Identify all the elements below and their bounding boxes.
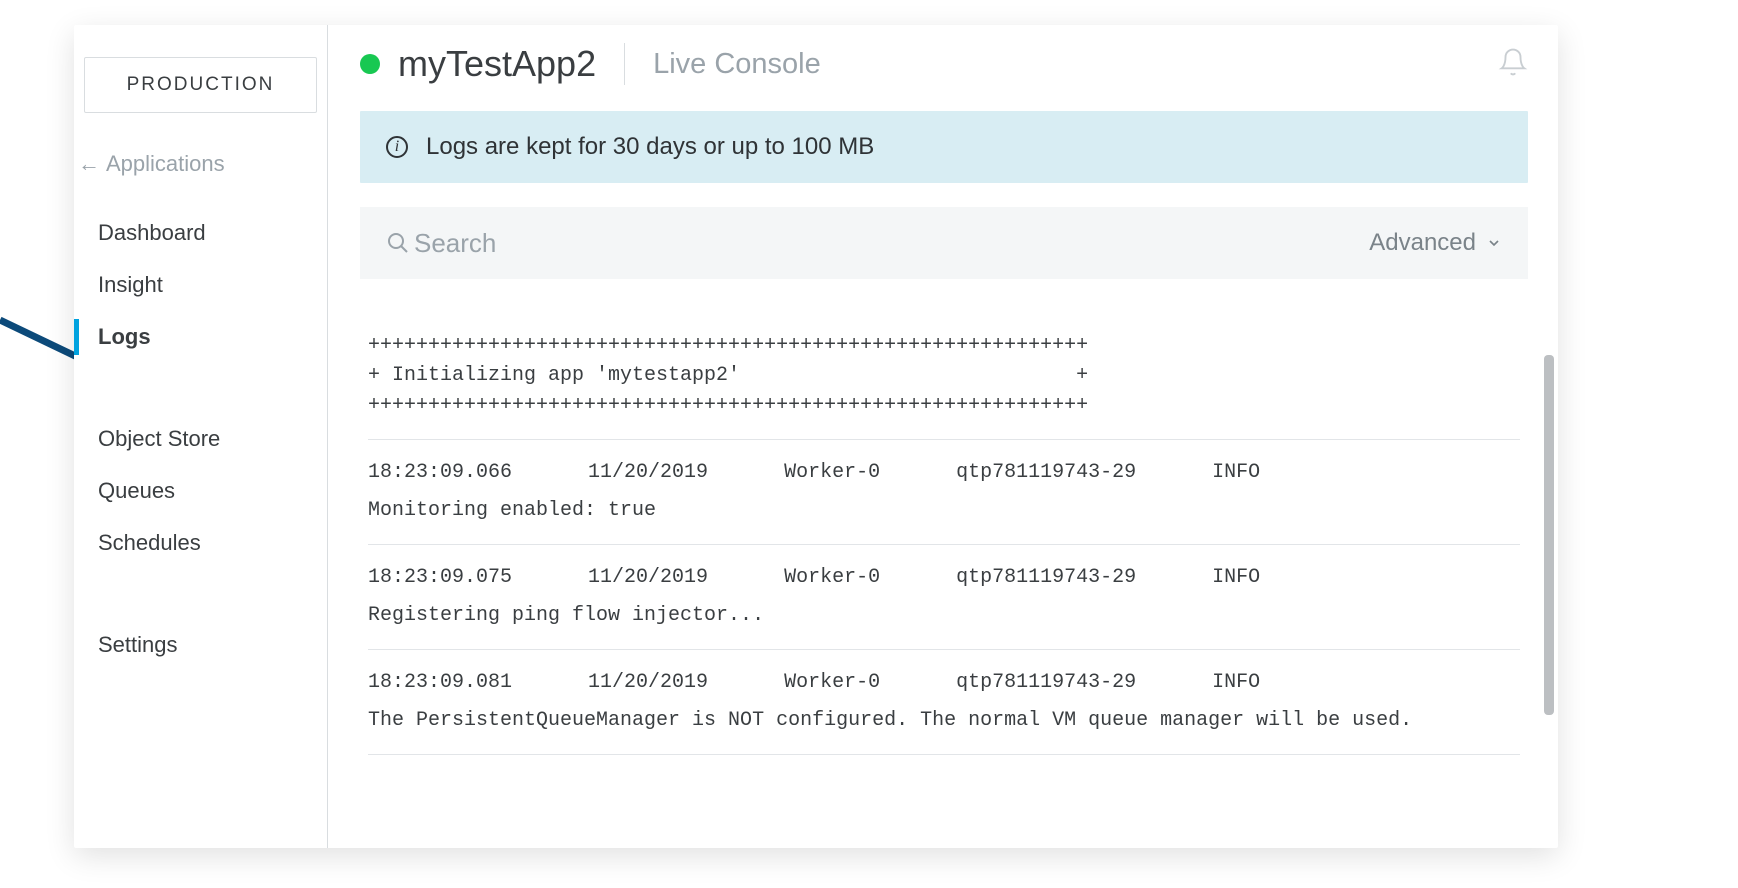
log-date: 11/20/2019 xyxy=(588,458,708,488)
log-date: 11/20/2019 xyxy=(588,668,708,698)
status-dot-icon xyxy=(360,54,380,74)
sidebar-item-label: Settings xyxy=(98,632,178,658)
log-level: INFO xyxy=(1212,458,1260,488)
app-card: PRODUCTION ← Applications Dashboard Insi… xyxy=(74,25,1558,848)
log-time: 18:23:09.066 xyxy=(368,458,512,488)
bell-icon xyxy=(1498,47,1528,77)
sidebar-item-label: Insight xyxy=(98,272,163,298)
info-banner-text: Logs are kept for 30 days or up to 100 M… xyxy=(426,133,874,161)
scrollbar-thumb[interactable] xyxy=(1544,355,1554,715)
sidebar-item-label: Object Store xyxy=(98,426,220,452)
back-to-applications-link[interactable]: ← Applications xyxy=(78,141,323,207)
info-icon: i xyxy=(386,136,408,158)
sidebar: PRODUCTION ← Applications Dashboard Insi… xyxy=(74,25,328,848)
sidebar-item-logs[interactable]: Logs xyxy=(78,311,323,363)
sidebar-item-schedules[interactable]: Schedules xyxy=(78,517,323,569)
log-entry[interactable]: 18:23:09.075 11/20/2019 Worker-0 qtp7811… xyxy=(368,545,1520,650)
sidebar-item-label: Queues xyxy=(98,478,175,504)
log-area[interactable]: ++++++++++++++++++++++++++++++++++++++++… xyxy=(360,287,1528,848)
log-time: 18:23:09.081 xyxy=(368,668,512,698)
environment-selector[interactable]: PRODUCTION xyxy=(84,57,317,113)
log-message: Registering ping flow injector... xyxy=(368,601,1520,631)
search-icon xyxy=(386,231,410,255)
log-preamble: ++++++++++++++++++++++++++++++++++++++++… xyxy=(368,331,1520,440)
log-worker: Worker-0 xyxy=(784,668,880,698)
search-input[interactable] xyxy=(414,228,1369,259)
main-panel: myTestApp2 Live Console i Logs are kept … xyxy=(328,25,1558,848)
app-name: myTestApp2 xyxy=(398,43,596,85)
advanced-toggle[interactable]: Advanced xyxy=(1369,229,1502,257)
log-level: INFO xyxy=(1212,563,1260,593)
section-title: Live Console xyxy=(653,48,821,81)
preamble-line: + Initializing app 'mytestapp2' + xyxy=(368,361,1520,391)
sidebar-item-insight[interactable]: Insight xyxy=(78,259,323,311)
sidebar-item-object-store[interactable]: Object Store xyxy=(78,413,323,465)
search-bar: Advanced xyxy=(360,207,1528,279)
notifications-button[interactable] xyxy=(1498,47,1528,82)
back-link-label: Applications xyxy=(106,151,225,177)
info-banner: i Logs are kept for 30 days or up to 100… xyxy=(360,111,1528,183)
chevron-down-icon xyxy=(1486,235,1502,251)
log-level: INFO xyxy=(1212,668,1260,698)
log-message: Monitoring enabled: true xyxy=(368,496,1520,526)
advanced-label: Advanced xyxy=(1369,229,1476,257)
title-separator xyxy=(624,43,625,85)
log-message: The PersistentQueueManager is NOT config… xyxy=(368,706,1520,736)
log-thread: qtp781119743-29 xyxy=(956,668,1136,698)
preamble-line: ++++++++++++++++++++++++++++++++++++++++… xyxy=(368,391,1520,421)
log-entry[interactable]: 18:23:09.081 11/20/2019 Worker-0 qtp7811… xyxy=(368,650,1520,755)
sidebar-item-label: Dashboard xyxy=(98,220,206,246)
log-thread: qtp781119743-29 xyxy=(956,458,1136,488)
sidebar-item-dashboard[interactable]: Dashboard xyxy=(78,207,323,259)
sidebar-item-label: Schedules xyxy=(98,530,201,556)
log-date: 11/20/2019 xyxy=(588,563,708,593)
log-worker: Worker-0 xyxy=(784,563,880,593)
sidebar-item-label: Logs xyxy=(98,324,151,350)
arrow-left-icon: ← xyxy=(78,151,100,177)
sidebar-item-settings[interactable]: Settings xyxy=(78,619,323,671)
log-worker: Worker-0 xyxy=(784,458,880,488)
log-time: 18:23:09.075 xyxy=(368,563,512,593)
log-thread: qtp781119743-29 xyxy=(956,563,1136,593)
log-entry[interactable]: 18:23:09.066 11/20/2019 Worker-0 qtp7811… xyxy=(368,440,1520,545)
titlebar: myTestApp2 Live Console xyxy=(360,43,1528,85)
preamble-line: ++++++++++++++++++++++++++++++++++++++++… xyxy=(368,331,1520,361)
sidebar-item-queues[interactable]: Queues xyxy=(78,465,323,517)
